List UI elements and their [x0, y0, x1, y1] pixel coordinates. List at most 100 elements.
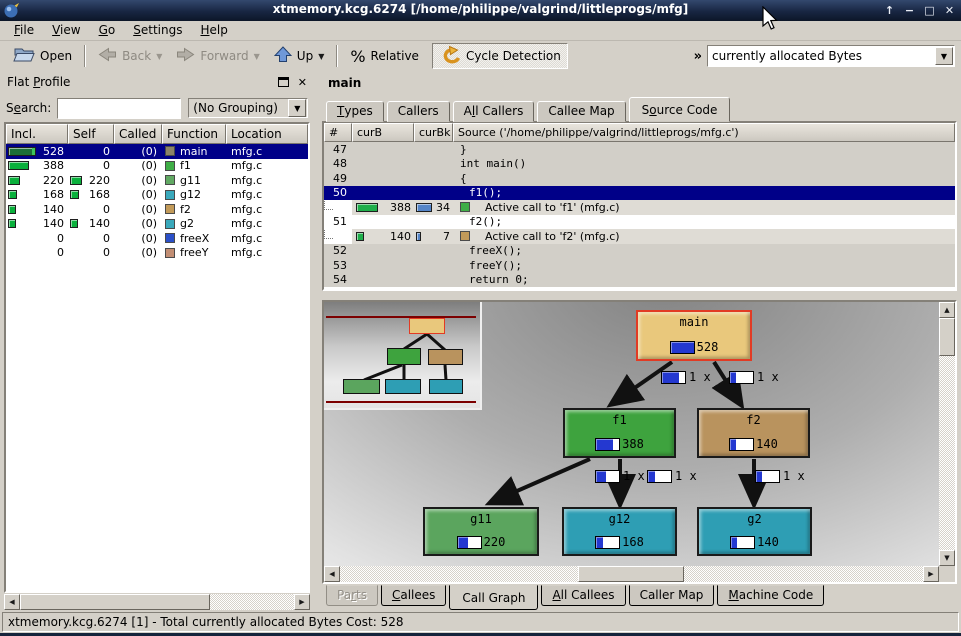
scroll-right-icon[interactable]: ▶	[294, 594, 310, 610]
menu-item-help[interactable]: Help	[191, 21, 236, 40]
scrollbar-track[interactable]	[20, 594, 294, 610]
graph-node-f1[interactable]: f1388	[563, 408, 676, 458]
flat-profile-row-f2[interactable]: 1400(0)f2mfg.c	[6, 202, 308, 217]
column-header-function[interactable]: Function	[162, 124, 226, 144]
scroll-left-icon[interactable]: ◀	[324, 566, 340, 582]
source-row[interactable]: 48int main()	[324, 157, 955, 172]
close-button[interactable]: ✕	[943, 4, 956, 17]
flat-profile-row-freeY[interactable]: 00(0)freeYmfg.c	[6, 246, 308, 261]
column-header-incl[interactable]: Incl.	[6, 124, 68, 144]
event-type-combobox[interactable]: currently allocated Bytes ▼	[707, 45, 955, 67]
source-column-header[interactable]: Source ('/home/philippe/valgrind/littlep…	[453, 123, 955, 142]
scrollbar-thumb[interactable]	[20, 594, 210, 610]
call-graph-canvas[interactable]: main528f1388f2140g11220g12168g21401 x1 x…	[324, 302, 939, 566]
scrollbar-thumb[interactable]	[578, 566, 684, 582]
up-dropdown-icon[interactable]: ▼	[318, 52, 324, 61]
incl-cell: 0	[6, 246, 68, 259]
column-header-called[interactable]: Called	[114, 124, 162, 144]
toolbar-overflow-chevron[interactable]: »	[694, 49, 707, 64]
source-row[interactable]: 47}	[324, 142, 955, 157]
float-dock-icon[interactable]	[278, 77, 289, 87]
tab-callers[interactable]: Callers	[387, 101, 450, 122]
column-header-location[interactable]: Location	[226, 124, 308, 144]
flat-profile-row-f1[interactable]: 3880(0)f1mfg.c	[6, 159, 308, 174]
column-header-self[interactable]: Self	[68, 124, 114, 144]
source-row[interactable]: 50f1();	[324, 186, 955, 201]
call-edge-label[interactable]: 1 x	[647, 469, 697, 483]
flat-profile-row-main[interactable]: 5280(0)mainmfg.c	[6, 144, 308, 159]
grouping-combobox[interactable]: (No Grouping) ▼	[188, 98, 308, 118]
back-button[interactable]: Back ▼	[91, 43, 169, 69]
call-edge-label[interactable]: 1 x	[661, 370, 711, 384]
graph-node-g12[interactable]: g12168	[562, 507, 677, 556]
source-row[interactable]: 51f2();	[324, 215, 955, 230]
source-column-header[interactable]: curBk	[414, 123, 453, 142]
up-button[interactable]: Up ▼	[267, 43, 332, 69]
menu-item-file[interactable]: File	[5, 21, 43, 40]
graph-node-g2[interactable]: g2140	[697, 507, 812, 556]
relative-button[interactable]: % Relative	[343, 43, 426, 69]
scroll-right-icon[interactable]: ▶	[923, 566, 939, 582]
cycle-detection-button[interactable]: Cycle Detection	[432, 43, 568, 69]
scrollbar-track[interactable]	[340, 566, 923, 582]
function-type-icon	[165, 161, 175, 171]
scroll-down-icon[interactable]: ▼	[939, 550, 955, 566]
self-cell: 0	[68, 159, 114, 172]
tab-all-callers[interactable]: All Callers	[453, 101, 535, 122]
combobox-arrow-icon[interactable]: ▼	[935, 47, 953, 65]
open-button[interactable]: Open	[6, 43, 79, 69]
flat-profile-row-freeX[interactable]: 00(0)freeXmfg.c	[6, 231, 308, 246]
source-row[interactable]: 52freeX();	[324, 244, 955, 259]
scroll-left-icon[interactable]: ◀	[4, 594, 20, 610]
scroll-up-icon[interactable]: ▲	[939, 302, 955, 318]
tab-machine-code[interactable]: Machine Code	[717, 585, 824, 606]
scrollbar-thumb[interactable]	[939, 318, 955, 356]
tab-all-callees[interactable]: All Callees	[541, 585, 625, 606]
open-folder-icon	[13, 46, 35, 66]
menu-item-go[interactable]: Go	[90, 21, 125, 40]
source-row[interactable]: 54return 0;	[324, 273, 955, 288]
titlebar[interactable]: xtmemory.kcg.6274 [/home/philippe/valgri…	[0, 0, 961, 21]
grouping-arrow-icon[interactable]: ▼	[288, 99, 306, 117]
search-input[interactable]	[57, 98, 181, 119]
source-call-row[interactable]: 38834Active call to 'f1' (mfg.c)	[324, 200, 955, 215]
menu-item-settings[interactable]: Settings	[124, 21, 191, 40]
forward-button[interactable]: Forward ▼	[169, 43, 266, 69]
tab-parts[interactable]: Parts	[326, 585, 378, 606]
tab-source-code[interactable]: Source Code	[629, 97, 731, 122]
back-dropdown-icon[interactable]: ▼	[156, 52, 162, 61]
shade-button[interactable]: ↑	[883, 4, 896, 17]
source-column-header[interactable]: curB	[352, 123, 414, 142]
flat-profile-row-g12[interactable]: 168168(0)g12mfg.c	[6, 188, 308, 203]
tab-types[interactable]: Types	[326, 101, 384, 122]
tab-callees[interactable]: Callees	[381, 585, 446, 606]
maximize-button[interactable]: □	[923, 4, 936, 17]
tab-caller-map[interactable]: Caller Map	[629, 585, 715, 606]
code-line: return 0;	[469, 273, 529, 286]
tab-call-graph[interactable]: Call Graph	[449, 585, 538, 610]
call-edge-label[interactable]: 1 x	[755, 469, 805, 483]
dock-titlebar[interactable]: Flat Profile ✕	[2, 72, 312, 92]
source-row[interactable]: 53freeY();	[324, 258, 955, 273]
dock-close-icon[interactable]: ✕	[298, 76, 307, 89]
scrollbar-track[interactable]	[939, 318, 955, 550]
menu-item-view[interactable]: View	[43, 21, 89, 40]
tab-callee-map[interactable]: Callee Map	[537, 101, 625, 122]
source-call-row[interactable]: 1407Active call to 'f2' (mfg.c)	[324, 229, 955, 244]
flat-profile-row-g2[interactable]: 140140(0)g2mfg.c	[6, 217, 308, 232]
self-value: 168	[89, 188, 110, 201]
call-edge-label[interactable]: 1 x	[595, 469, 645, 483]
cost-progress-fill	[671, 342, 694, 353]
forward-dropdown-icon[interactable]: ▼	[254, 52, 260, 61]
graph-node-f2[interactable]: f2140	[697, 408, 810, 458]
graph-node-main[interactable]: main528	[636, 310, 752, 361]
source-row[interactable]: 49{	[324, 171, 955, 186]
called-value: (0)	[114, 203, 162, 216]
function-cell: freeY	[162, 246, 226, 259]
source-column-header[interactable]: #	[324, 123, 352, 142]
graph-overview-minimap[interactable]	[324, 302, 482, 410]
flat-profile-row-g11[interactable]: 220220(0)g11mfg.c	[6, 173, 308, 188]
call-edge-label[interactable]: 1 x	[729, 370, 779, 384]
graph-node-g11[interactable]: g11220	[423, 507, 539, 556]
minimize-button[interactable]: −	[903, 4, 916, 17]
